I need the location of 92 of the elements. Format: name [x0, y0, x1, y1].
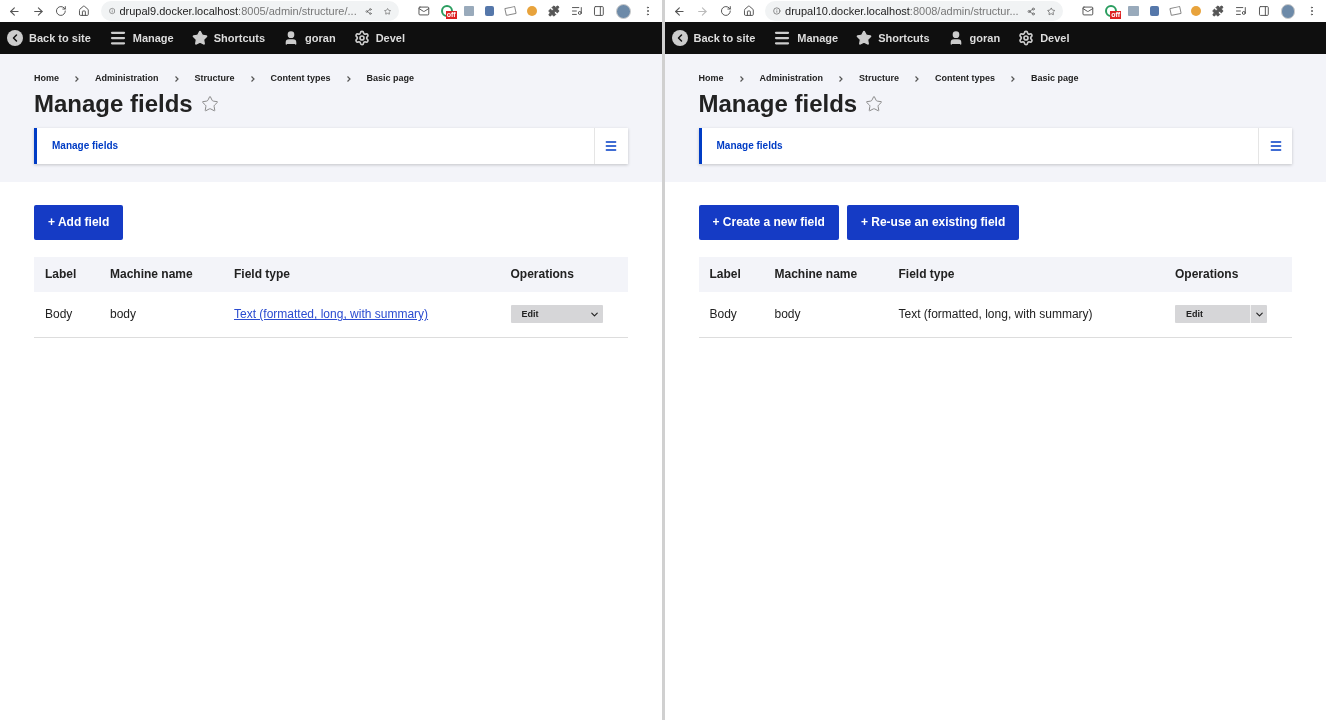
column-header: Operations: [499, 256, 628, 292]
column-header: Field type: [223, 256, 500, 292]
breadcrumb-link[interactable]: Content types: [270, 72, 331, 86]
chevron-right-icon: [839, 75, 844, 82]
breadcrumb-link[interactable]: Basic page: [366, 72, 415, 86]
table-cell: body: [763, 291, 888, 338]
page-title: Manage fields: [34, 88, 193, 119]
share-icon[interactable]: [364, 5, 372, 17]
side-panel-icon[interactable]: [1257, 5, 1270, 17]
toolbar-link[interactable]: Back to site: [7, 29, 91, 47]
star-icon: [191, 30, 208, 46]
page-title: Manage fields: [698, 88, 858, 119]
avatar-icon[interactable]: [616, 3, 631, 19]
tab[interactable]: Manage fields: [698, 127, 798, 164]
column-header: Label: [698, 256, 764, 292]
chevron-right-icon: [346, 75, 351, 82]
back-icon: [671, 30, 688, 46]
home-icon[interactable]: [742, 5, 755, 17]
mail-icon[interactable]: [417, 5, 430, 17]
forward-icon[interactable]: [31, 4, 45, 18]
favorite-star-icon[interactable]: [865, 94, 884, 113]
mail-icon[interactable]: [1082, 5, 1095, 17]
tab[interactable]: Manage fields: [34, 127, 134, 164]
column-header: Machine name: [99, 256, 223, 292]
action-button[interactable]: + Re-use an existing field: [846, 204, 1020, 240]
column-header: Operations: [1164, 256, 1292, 292]
table-cell: Text (formatted, long, with summary): [898, 307, 1093, 322]
home-icon[interactable]: [78, 5, 90, 17]
reload-icon[interactable]: [719, 5, 732, 17]
queue-icon[interactable]: [1235, 5, 1247, 17]
breadcrumb-link[interactable]: Structure: [194, 72, 235, 86]
edit-dropdown[interactable]: Edit: [1175, 305, 1267, 324]
breadcrumb-link[interactable]: Basic page: [1031, 72, 1079, 86]
field-type-link[interactable]: Text (formatted, long, with summary): [234, 307, 429, 322]
column-header: Machine name: [763, 256, 888, 292]
menu-icon: [1268, 138, 1283, 153]
settings-icon: [1018, 30, 1035, 46]
chevron-right-icon: [250, 75, 255, 82]
column-header: Label: [34, 256, 99, 292]
edit-dropdown[interactable]: Edit: [510, 305, 603, 324]
menu-icon: [604, 138, 618, 153]
side-panel-icon[interactable]: [593, 5, 605, 17]
settings-icon: [353, 30, 370, 46]
favorite-star-icon[interactable]: [200, 94, 219, 113]
table-cell: body: [99, 291, 223, 338]
menu-icon: [773, 29, 792, 47]
bookmark-star-icon[interactable]: [383, 5, 391, 17]
menu-icon: [108, 29, 127, 47]
chevron-right-icon: [75, 75, 79, 82]
breadcrumb-link[interactable]: Home: [34, 72, 59, 86]
queue-icon[interactable]: [570, 5, 583, 17]
breadcrumb-link[interactable]: Structure: [859, 72, 900, 86]
info-icon: [108, 6, 116, 16]
toolbar-link[interactable]: Shortcuts: [856, 29, 930, 47]
breadcrumb-link[interactable]: Administration: [759, 72, 824, 86]
toolbar-link[interactable]: Manage: [108, 29, 174, 47]
info-icon: [773, 6, 782, 16]
address-bar[interactable]: drupal10.docker.localhost:8008/admin/structur...: [765, 1, 1064, 21]
breadcrumb-link[interactable]: Content types: [935, 72, 996, 86]
share-icon[interactable]: [1026, 5, 1036, 17]
toolbar-link[interactable]: Shortcuts: [191, 29, 266, 47]
table-cell: Body: [698, 291, 764, 338]
column-header: Field type: [887, 256, 1164, 292]
back-icon: [7, 30, 23, 46]
toolbar-link[interactable]: Manage: [773, 29, 839, 47]
bookmark-star-icon[interactable]: [1047, 5, 1056, 17]
extension-icon[interactable]: [1149, 6, 1159, 16]
toolbar-link[interactable]: Devel: [353, 29, 405, 47]
url-text: drupal9.docker.localhost:8005/admin/structure/...: [119, 3, 357, 19]
url-text: drupal10.docker.localhost:8008/admin/structur...: [785, 3, 1019, 19]
puzzle-icon[interactable]: [547, 5, 560, 17]
breadcrumb-link[interactable]: Home: [698, 72, 724, 86]
back-icon[interactable]: [672, 4, 686, 18]
chevron-right-icon: [915, 75, 920, 82]
toolbar-link[interactable]: Back to site: [671, 29, 756, 47]
action-button[interactable]: + Create a new field: [698, 204, 839, 240]
avatar-icon[interactable]: [1280, 3, 1296, 19]
action-button[interactable]: + Add field: [34, 204, 124, 240]
toolbar-link[interactable]: goran: [947, 29, 1001, 47]
table-cell: Body: [34, 291, 99, 338]
toolbar-link[interactable]: goran: [283, 29, 336, 47]
chevron-right-icon: [174, 75, 179, 82]
address-bar[interactable]: drupal9.docker.localhost:8005/admin/structure/...: [100, 1, 399, 21]
chevron-right-icon: [739, 75, 744, 82]
reload-icon[interactable]: [55, 5, 68, 17]
puzzle-icon[interactable]: [1212, 5, 1224, 17]
back-icon[interactable]: [8, 4, 21, 18]
toolbar-link[interactable]: Devel: [1018, 29, 1070, 47]
star-icon: [856, 30, 873, 46]
extension-icon[interactable]: [485, 6, 495, 16]
breadcrumb-link[interactable]: Administration: [95, 72, 159, 86]
chevron-right-icon: [1011, 75, 1016, 82]
